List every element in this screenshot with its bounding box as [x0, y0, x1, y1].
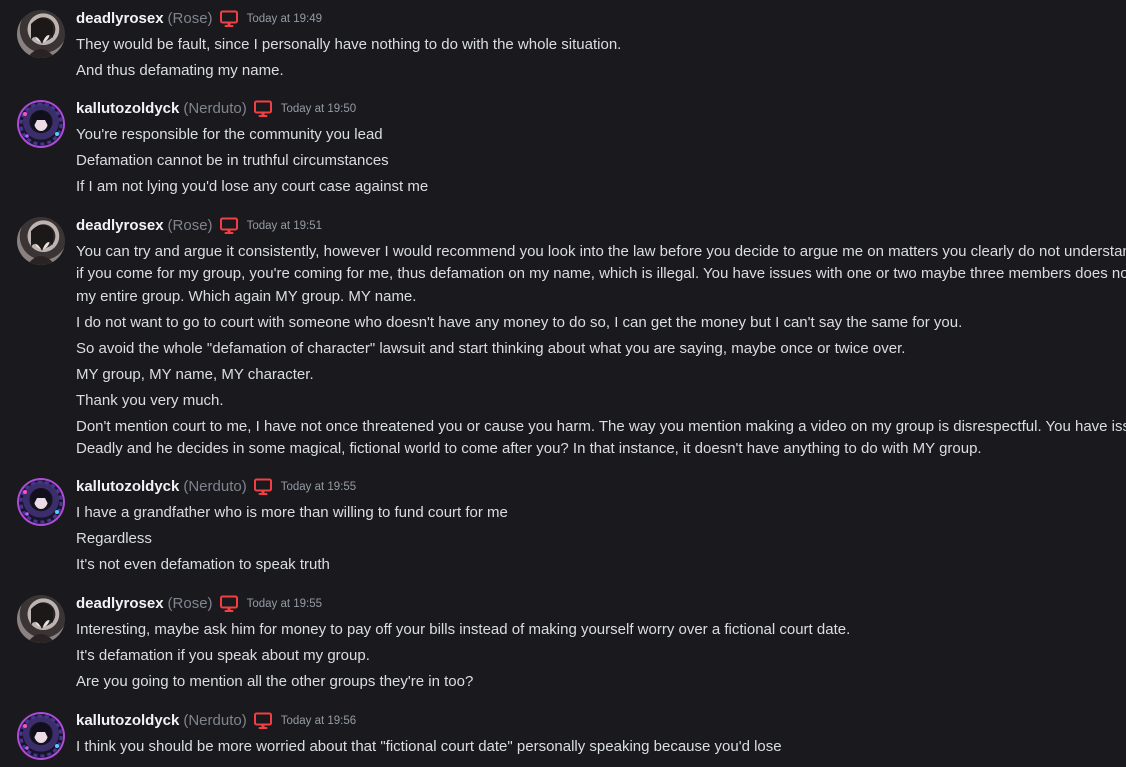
- message-text: Regardless: [76, 529, 152, 547]
- message-group: kallutozoldyck (Nerduto) Today at 19:50 …: [0, 98, 1126, 198]
- nickname: (Rose): [167, 10, 213, 27]
- monitor-icon: [253, 100, 273, 118]
- timestamp: Today at 19:55: [246, 598, 323, 610]
- username[interactable]: kallutozoldyck: [76, 98, 179, 120]
- message-group: deadlyrosex (Rose) Today at 19:55 Intere…: [0, 593, 1126, 693]
- chat-messages-list[interactable]: deadlyrosex (Rose) Today at 19:49 They w…: [0, 0, 1126, 767]
- message-group: kallutozoldyck (Nerduto) Today at 19:56 …: [0, 710, 1126, 760]
- message-text: So avoid the whole "defamation of charac…: [76, 339, 906, 357]
- username[interactable]: deadlyrosex: [76, 593, 164, 615]
- timestamp: Today at 19:55: [280, 481, 357, 493]
- timestamp: Today at 19:56: [280, 715, 357, 727]
- monitor-icon: [219, 217, 239, 235]
- message-group: kallutozoldyck (Nerduto) Today at 19:55 …: [0, 476, 1126, 576]
- message-group: deadlyrosex (Rose) Today at 19:49 They w…: [0, 8, 1126, 82]
- message-text: I have a grandfather who is more than wi…: [76, 503, 508, 521]
- timestamp: Today at 19:50: [280, 103, 357, 115]
- message-text: MY group, MY name, MY character.: [76, 365, 314, 383]
- message-text: Defamation cannot be in truthful circums…: [76, 151, 389, 169]
- message-text: Don't mention court to me, I have not on…: [76, 417, 1126, 458]
- message-text: You can try and argue it consistently, h…: [76, 242, 1126, 305]
- avatar[interactable]: [17, 712, 65, 760]
- message-text: I think you should be more worried about…: [76, 737, 782, 755]
- username[interactable]: kallutozoldyck: [76, 476, 179, 498]
- message-text: Are you going to mention all the other g…: [76, 672, 474, 690]
- nickname: (Nerduto): [183, 100, 247, 117]
- message-text: Thank you very much.: [76, 391, 224, 409]
- avatar[interactable]: [17, 595, 65, 643]
- monitor-icon: [219, 595, 239, 613]
- message-text: Interesting, maybe ask him for money to …: [76, 620, 851, 638]
- nickname: (Nerduto): [183, 478, 247, 495]
- monitor-icon: [253, 712, 273, 730]
- message-text: And thus defamating my name.: [76, 61, 284, 79]
- username[interactable]: deadlyrosex: [76, 8, 164, 30]
- message-text: I do not want to go to court with someon…: [76, 313, 963, 331]
- timestamp: Today at 19:49: [246, 13, 323, 25]
- username[interactable]: kallutozoldyck: [76, 710, 179, 732]
- nickname: (Rose): [167, 217, 213, 234]
- username[interactable]: deadlyrosex: [76, 215, 164, 237]
- message-text: If I am not lying you'd lose any court c…: [76, 177, 429, 195]
- avatar[interactable]: [17, 10, 65, 58]
- timestamp: Today at 19:51: [246, 220, 323, 232]
- message-text: You're responsible for the community you…: [76, 125, 383, 143]
- message-text: It's defamation if you speak about my gr…: [76, 646, 370, 664]
- nickname: (Nerduto): [183, 712, 247, 729]
- message-group: deadlyrosex (Rose) Today at 19:51 You ca…: [0, 215, 1126, 461]
- nickname: (Rose): [167, 595, 213, 612]
- message-text: They would be fault, since I personally …: [76, 35, 622, 53]
- avatar[interactable]: [17, 100, 65, 148]
- monitor-icon: [219, 10, 239, 28]
- monitor-icon: [253, 478, 273, 496]
- avatar[interactable]: [17, 478, 65, 526]
- avatar[interactable]: [17, 217, 65, 265]
- message-text: It's not even defamation to speak truth: [76, 555, 330, 573]
